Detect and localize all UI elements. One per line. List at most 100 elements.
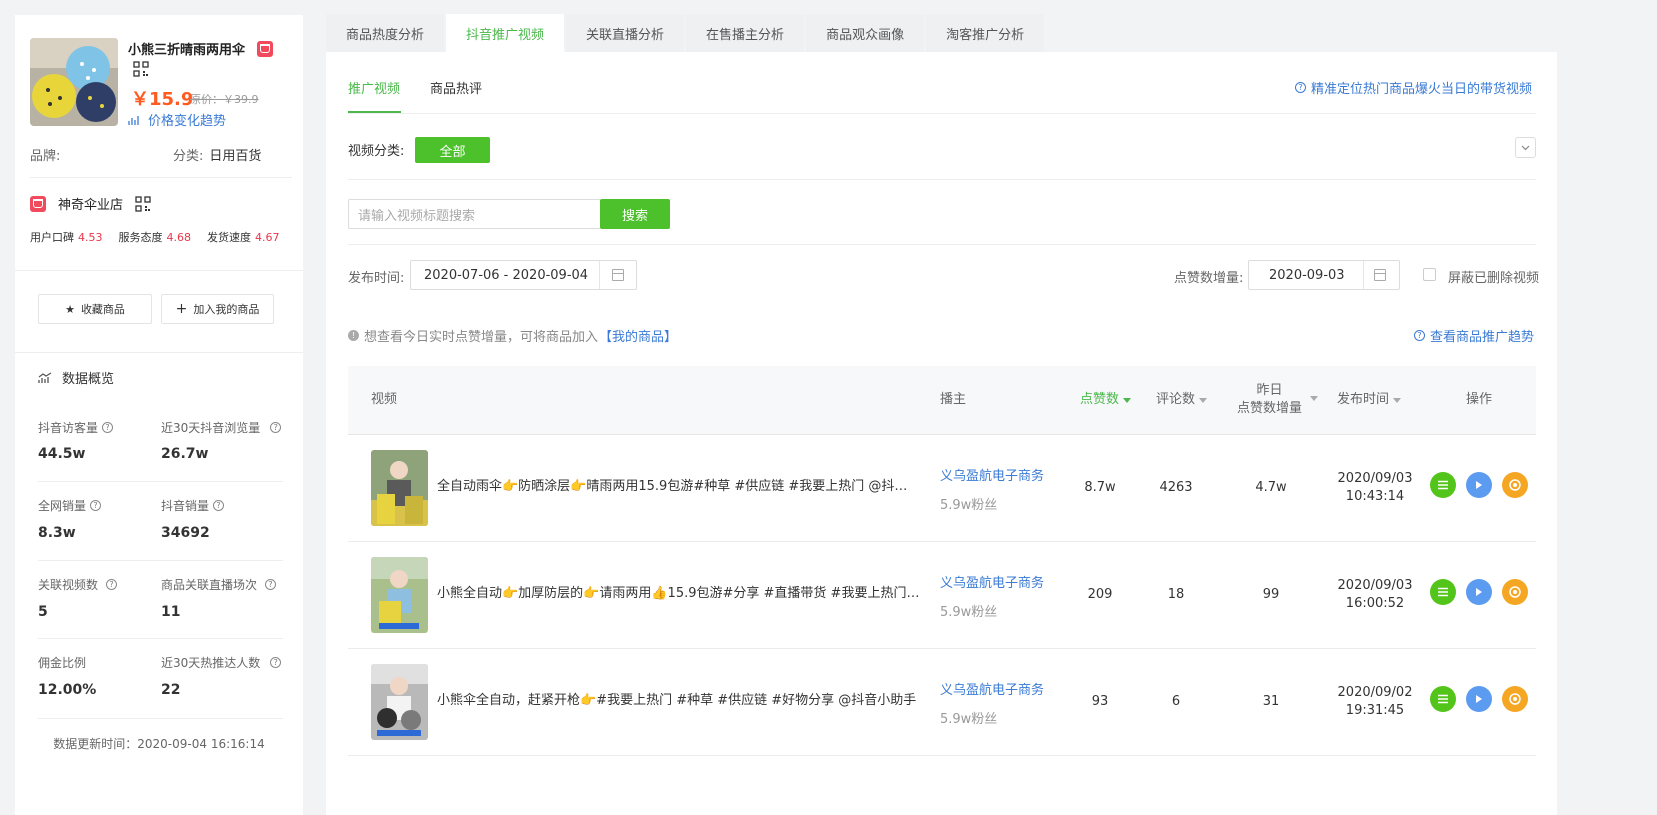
- trend-chart-icon: [38, 371, 52, 383]
- fans-count: 5.9w粉丝: [940, 498, 998, 513]
- subtab-hot-comments[interactable]: 商品热评: [430, 78, 482, 97]
- yesterday-likes: 99: [1262, 587, 1280, 602]
- sort-icon[interactable]: [1310, 396, 1318, 401]
- video-title[interactable]: 小熊全自动👉加厚防层的👉请雨两用👍15.9包游#分享 #直播带货 #我要上热门 …: [437, 582, 920, 601]
- divider: [348, 179, 1536, 180]
- price-trend-link[interactable]: 价格变化趋势: [128, 110, 226, 129]
- help-icon[interactable]: ?: [102, 422, 114, 433]
- help-icon[interactable]: ?: [270, 422, 282, 433]
- video-thumbnail[interactable]: [371, 450, 428, 526]
- comments-count: 18: [1167, 587, 1185, 602]
- tab-heat-analysis[interactable]: 商品热度分析: [326, 14, 445, 52]
- tab-douyin-videos[interactable]: 抖音推广视频: [446, 14, 565, 52]
- detail-button[interactable]: [1430, 472, 1456, 498]
- search-button[interactable]: 搜索: [600, 199, 670, 229]
- fans-count: 5.9w粉丝: [940, 712, 998, 727]
- promo-trend-link[interactable]: ? 查看商品推广趋势: [1414, 326, 1534, 345]
- stat-label: 全网销量?: [38, 497, 102, 514]
- divider: [38, 718, 283, 719]
- help-icon[interactable]: ?: [265, 579, 277, 590]
- tab-streamer-analysis[interactable]: 在售播主分析: [686, 14, 805, 52]
- video-thumbnail[interactable]: [371, 664, 428, 740]
- target-icon: [1509, 693, 1521, 705]
- category-all-button[interactable]: 全部: [415, 137, 490, 163]
- product-panel: 小熊三折晴雨两用伞 ￥15.9 原价：￥39.9 价格变化趋势 品牌: 分类: 日…: [15, 15, 303, 815]
- help-icon[interactable]: ?: [106, 579, 118, 590]
- target-button[interactable]: [1502, 579, 1528, 605]
- detail-button[interactable]: [1430, 579, 1456, 605]
- qrcode-icon[interactable]: [133, 61, 149, 77]
- stat-label: 近30天抖音浏览量?: [161, 419, 282, 436]
- product-title-row: 小熊三折晴雨两用伞: [128, 39, 274, 58]
- brand-field: 品牌:: [30, 149, 61, 164]
- tab-taoke-analysis[interactable]: 淘客推广分析: [926, 14, 1045, 52]
- table-header: 视频 播主 点赞数 评论数 昨日 点赞数增量 发布时间 操作: [348, 366, 1536, 435]
- yesterday-likes: 31: [1262, 694, 1280, 709]
- stat-label: 商品关联直播场次?: [161, 576, 277, 593]
- author-link[interactable]: 义乌盈航电子商务: [940, 679, 1044, 698]
- stat-label: 抖音销量?: [161, 497, 225, 514]
- add-my-product-button[interactable]: + 加入我的商品: [161, 294, 274, 324]
- stat-value: 44.5w: [38, 446, 86, 462]
- publish-label: 发布时间:: [348, 271, 405, 286]
- table-row: 小熊全自动👉加厚防层的👉请雨两用👍15.9包游#分享 #直播带货 #我要上热门 …: [348, 542, 1536, 649]
- list-icon: [1438, 587, 1448, 597]
- target-icon: [1509, 479, 1521, 491]
- detail-button[interactable]: [1430, 686, 1456, 712]
- author-link[interactable]: 义乌盈航电子商务: [940, 572, 1044, 591]
- target-icon: [1509, 586, 1521, 598]
- subtab-promo-videos[interactable]: 推广视频: [348, 78, 400, 97]
- search-input[interactable]: 请输入视频标题搜索: [348, 199, 601, 229]
- comments-count: 4263: [1159, 480, 1193, 495]
- play-button[interactable]: [1466, 472, 1492, 498]
- table-row: 全自动雨伞👉防晒涂层👉晴雨两用15.9包游#种草 #供应链 #我要上热门 @抖音…: [348, 435, 1536, 542]
- shop-row[interactable]: 神奇伞业店: [30, 194, 151, 213]
- qrcode-icon[interactable]: [135, 195, 151, 212]
- col-comments[interactable]: 评论数: [1156, 391, 1208, 409]
- play-button[interactable]: [1466, 579, 1492, 605]
- video-title[interactable]: 小熊伞全自动，赶紧开枪👉#我要上热门 #种草 #供应链 #好物分享 @抖音小助手: [437, 689, 920, 708]
- video-thumbnail[interactable]: [371, 557, 428, 633]
- help-icon: ?: [1295, 82, 1306, 93]
- hide-deleted-checkbox[interactable]: [1423, 268, 1436, 281]
- target-button[interactable]: [1502, 686, 1528, 712]
- tab-audience-profile[interactable]: 商品观众画像: [806, 14, 925, 52]
- video-title[interactable]: 全自动雨伞👉防晒涂层👉晴雨两用15.9包游#种草 #供应链 #我要上热门 @抖音…: [437, 475, 920, 494]
- my-products-link[interactable]: 【我的商品】: [599, 326, 677, 345]
- likes-inc-label: 点赞数增量:: [1174, 271, 1244, 286]
- help-icon[interactable]: ?: [213, 500, 225, 511]
- product-image[interactable]: [30, 38, 118, 126]
- help-icon: ?: [1414, 330, 1425, 341]
- stat-value: 5: [38, 604, 48, 620]
- divider: [30, 177, 292, 178]
- divider: [348, 244, 1536, 245]
- hide-deleted-label: 屏蔽已删除视频: [1448, 271, 1540, 286]
- col-publish[interactable]: 发布时间: [1337, 391, 1402, 409]
- calendar-icon: [1374, 269, 1386, 281]
- play-icon: [1476, 695, 1482, 703]
- score-item: 发货速度 4.67: [207, 231, 280, 244]
- stat-label: 近30天热推达人数?: [161, 654, 282, 671]
- help-icon[interactable]: ?: [90, 500, 102, 511]
- stat-label: 佣金比例: [38, 656, 87, 670]
- likes-inc-date[interactable]: 2020-09-03: [1248, 260, 1400, 290]
- col-author: 播主: [940, 392, 967, 407]
- hint-link[interactable]: ? 精准定位热门商品爆火当日的带货视频: [1295, 78, 1532, 97]
- list-icon: [1438, 694, 1448, 704]
- stat-label: 抖音访客量?: [38, 419, 114, 436]
- price-trend-label: 价格变化趋势: [148, 114, 227, 129]
- main-tabs: 商品热度分析 抖音推广视频 关联直播分析 在售播主分析 商品观众画像 淘客推广分…: [326, 14, 1045, 52]
- target-button[interactable]: [1502, 472, 1528, 498]
- col-ops: 操作: [1466, 392, 1493, 407]
- help-icon[interactable]: ?: [270, 657, 282, 668]
- tab-live-analysis[interactable]: 关联直播分析: [566, 14, 685, 52]
- col-yesterday-likes[interactable]: 昨日 点赞数增量: [1237, 382, 1302, 418]
- publish-date-range[interactable]: 2020-07-06 - 2020-09-04: [410, 260, 637, 290]
- author-link[interactable]: 义乌盈航电子商务: [940, 465, 1044, 484]
- play-button[interactable]: [1466, 686, 1492, 712]
- divider: [15, 270, 303, 271]
- col-likes[interactable]: 点赞数: [1080, 391, 1132, 409]
- shop-scores: 用户口碑 4.53 服务态度 4.68 发货速度 4.67: [30, 229, 280, 245]
- expand-toggle[interactable]: [1515, 137, 1536, 158]
- favorite-button[interactable]: ★ 收藏商品: [38, 294, 152, 324]
